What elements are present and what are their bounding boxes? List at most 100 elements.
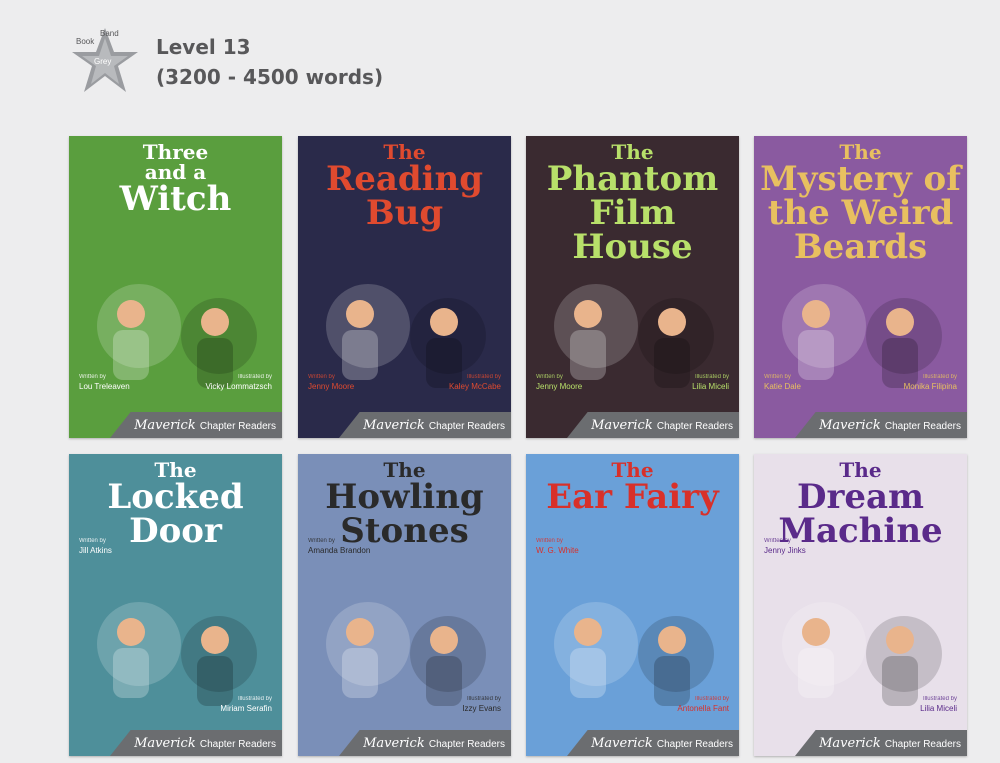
illustrator-name: Lilia Miceli — [692, 382, 729, 391]
illustrator-credit: Illustrated by Monika Filipina — [904, 372, 957, 392]
book-card[interactable]: The Mystery of the Weird Beards Written by… — [754, 136, 967, 438]
brand-name: Maverick — [819, 736, 881, 751]
written-by-label: Written by — [764, 538, 791, 544]
written-by-label: Written by — [79, 374, 106, 380]
title-prefix: Three — [142, 140, 209, 164]
illustrator-name: Izzy Evans — [462, 704, 501, 713]
illustrator-name: Miriam Serafin — [220, 704, 272, 713]
series-name: Chapter Readers — [656, 421, 733, 432]
badge-book: Book — [76, 37, 95, 46]
series-logo: Maverick Chapter Readers — [591, 418, 733, 433]
author-name: Katie Dale — [764, 382, 801, 391]
illustrator-credit: Illustrated by Miriam Serafin — [220, 694, 272, 714]
illustrator-credit: Illustrated by Lilia Miceli — [920, 694, 957, 714]
author-name: Jenny Moore — [308, 382, 355, 391]
illustrator-credit: Illustrated by Vicky Lommatzsch — [205, 372, 272, 392]
book-card[interactable]: The Dream Machine Written by Jenny Jinks Ill… — [754, 454, 967, 756]
book-card[interactable]: The Phantom Film House Written by Jenny Moo… — [526, 136, 739, 438]
illustrated-by-label: Illustrated by — [466, 696, 501, 702]
author-credit: Written by Jill Atkins — [79, 536, 112, 556]
author-credit: Written by Amanda Brandon — [308, 536, 370, 556]
series-name: Chapter Readers — [199, 421, 276, 432]
author-name: Jenny Moore — [536, 382, 583, 391]
written-by-label: Written by — [536, 374, 563, 380]
written-by-label: Written by — [764, 374, 791, 380]
grey-star-badge-icon: Book Band Grey — [72, 28, 138, 92]
series-name: Chapter Readers — [656, 739, 733, 750]
title-main: Witch — [119, 179, 232, 219]
series-logo: Maverick Chapter Readers — [134, 418, 276, 433]
book-title: The Ear Fairy — [526, 460, 739, 514]
illustrated-by-label: Illustrated by — [694, 696, 729, 702]
illustrator-name: Kaley McCabe — [448, 382, 501, 391]
brand-name: Maverick — [363, 418, 425, 433]
brand-name: Maverick — [363, 736, 425, 751]
book-card[interactable]: The Locked Door Written by Jill Atkins Illus… — [69, 454, 282, 756]
brand-name: Maverick — [134, 736, 196, 751]
book-title: The Mystery of the Weird Beards — [754, 142, 967, 264]
illustrated-by-label: Illustrated by — [237, 374, 272, 380]
series-logo: Maverick Chapter Readers — [819, 418, 961, 433]
title-main: Reading Bug — [325, 159, 484, 233]
illustrated-by-label: Illustrated by — [694, 374, 729, 380]
written-by-label: Written by — [308, 374, 335, 380]
illustrated-by-label: Illustrated by — [237, 696, 272, 702]
book-title: Three and a Witch — [69, 142, 282, 216]
written-by-label: Written by — [308, 538, 335, 544]
author-name: Amanda Brandon — [308, 546, 371, 555]
book-title: The Locked Door — [69, 460, 282, 548]
word-range: (3200 - 4500 words) — [156, 65, 384, 89]
author-credit: Written by Jenny Moore — [308, 372, 354, 392]
brand-name: Maverick — [134, 418, 196, 433]
author-name: Jill Atkins — [79, 546, 112, 555]
badge-colour: Grey — [94, 57, 111, 66]
book-title: The Reading Bug — [298, 142, 511, 230]
book-card[interactable]: The Reading Bug Written by Jenny Moore Illus… — [298, 136, 511, 438]
author-name: Jenny Jinks — [764, 546, 806, 555]
illustrator-credit: Illustrated by Izzy Evans — [462, 694, 501, 714]
book-title: The Dream Machine — [754, 460, 967, 548]
book-title: The Howling Stones — [298, 460, 511, 548]
written-by-label: Written by — [536, 538, 563, 544]
author-name: W. G. White — [536, 546, 579, 555]
illustrator-name: Lilia Miceli — [920, 704, 957, 713]
series-logo: Maverick Chapter Readers — [819, 736, 961, 751]
brand-name: Maverick — [591, 736, 653, 751]
series-name: Chapter Readers — [884, 739, 961, 750]
series-logo: Maverick Chapter Readers — [591, 736, 733, 751]
brand-name: Maverick — [591, 418, 653, 433]
illustrator-credit: Illustrated by Antonella Fant — [677, 694, 729, 714]
book-card[interactable]: The Howling Stones Written by Amanda Brando… — [298, 454, 511, 756]
author-credit: Written by Jenny Jinks — [764, 536, 806, 556]
illustrator-name: Monika Filipina — [903, 382, 957, 391]
illustrator-credit: Illustrated by Lilia Miceli — [692, 372, 729, 392]
series-name: Chapter Readers — [428, 421, 505, 432]
series-logo: Maverick Chapter Readers — [363, 418, 505, 433]
illustrated-by-label: Illustrated by — [466, 374, 501, 380]
series-logo: Maverick Chapter Readers — [134, 736, 276, 751]
illustrated-by-label: Illustrated by — [922, 696, 957, 702]
book-title: The Phantom Film House — [526, 142, 739, 264]
illustrator-name: Vicky Lommatzsch — [205, 382, 272, 391]
author-name: Lou Treleaven — [79, 382, 130, 391]
illustrator-name: Antonella Fant — [677, 704, 729, 713]
book-grid: Three and a Witch Written by Lou Treleaven Il… — [69, 136, 967, 756]
series-name: Chapter Readers — [884, 421, 961, 432]
series-name: Chapter Readers — [199, 739, 276, 750]
illustrator-credit: Illustrated by Kaley McCabe — [449, 372, 501, 392]
title-main: Phantom Film House — [546, 159, 719, 267]
badge-band: Band — [100, 29, 119, 38]
title-main: Ear Fairy — [546, 477, 719, 517]
title-main: Mystery of the Weird Beards — [760, 159, 961, 267]
series-name: Chapter Readers — [428, 739, 505, 750]
book-card[interactable]: Three and a Witch Written by Lou Treleaven Il… — [69, 136, 282, 438]
series-logo: Maverick Chapter Readers — [363, 736, 505, 751]
author-credit: Written by Jenny Moore — [536, 372, 582, 392]
author-credit: Written by W. G. White — [536, 536, 579, 556]
author-credit: Written by Lou Treleaven — [79, 372, 130, 392]
level-title: Level 13 — [156, 35, 251, 59]
brand-name: Maverick — [819, 418, 881, 433]
illustrated-by-label: Illustrated by — [922, 374, 957, 380]
book-card[interactable]: The Ear Fairy Written by W. G. White Illustr… — [526, 454, 739, 756]
author-credit: Written by Katie Dale — [764, 372, 801, 392]
